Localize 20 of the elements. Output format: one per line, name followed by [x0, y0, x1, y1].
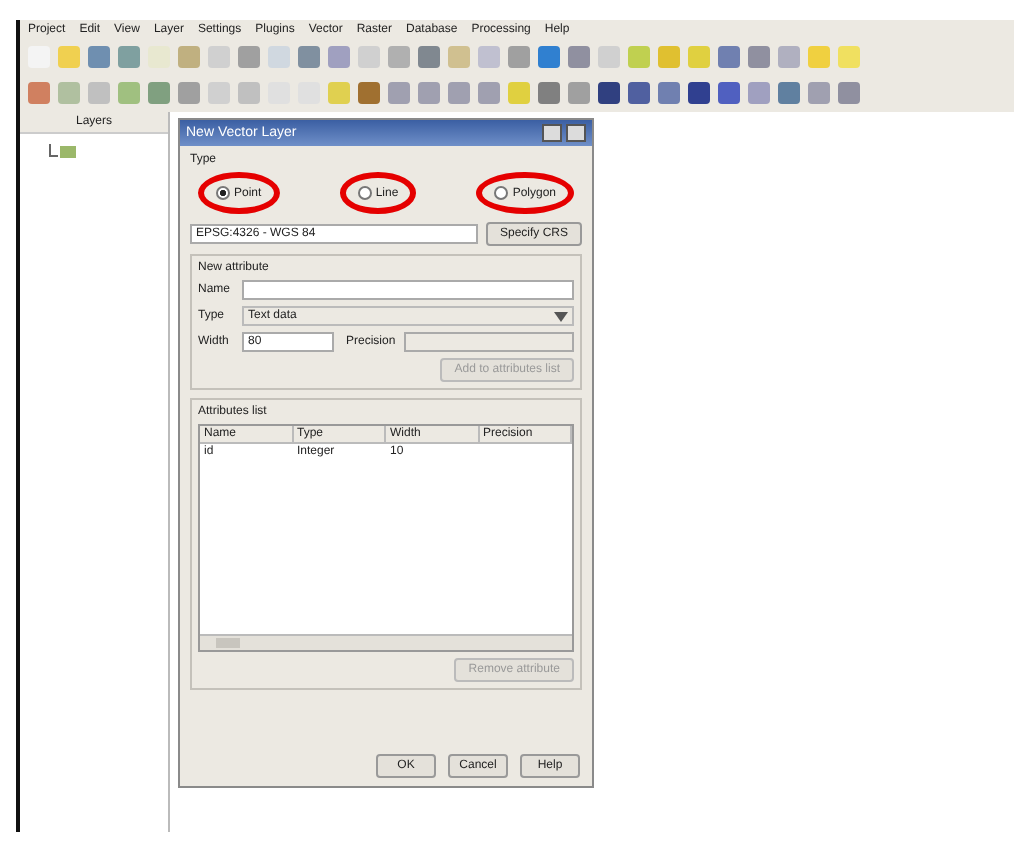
horizontal-scrollbar[interactable]: [200, 634, 572, 650]
toolbar-icon[interactable]: [718, 82, 740, 104]
toolbar-icon[interactable]: [538, 46, 560, 68]
toolbar-icon[interactable]: [568, 46, 590, 68]
toolbar-icon[interactable]: [778, 82, 800, 104]
precision-field[interactable]: [403, 332, 574, 352]
toolbar-icon[interactable]: [298, 46, 320, 68]
name-field[interactable]: [242, 280, 574, 300]
caret-icon: [554, 311, 568, 321]
toolbar-icon[interactable]: [688, 82, 710, 104]
toolbar-icon[interactable]: [418, 46, 440, 68]
toolbar-icon[interactable]: [628, 82, 650, 104]
toolbar-icon[interactable]: [598, 82, 620, 104]
toolbar-icon[interactable]: [838, 82, 860, 104]
toolbar-icon[interactable]: [658, 82, 680, 104]
toolbar-icon[interactable]: [358, 82, 380, 104]
toolbar-icon[interactable]: [748, 46, 770, 68]
toolbar-icon[interactable]: [538, 82, 560, 104]
toolbar-icon[interactable]: [88, 46, 110, 68]
toolbar-icon[interactable]: [718, 46, 740, 68]
